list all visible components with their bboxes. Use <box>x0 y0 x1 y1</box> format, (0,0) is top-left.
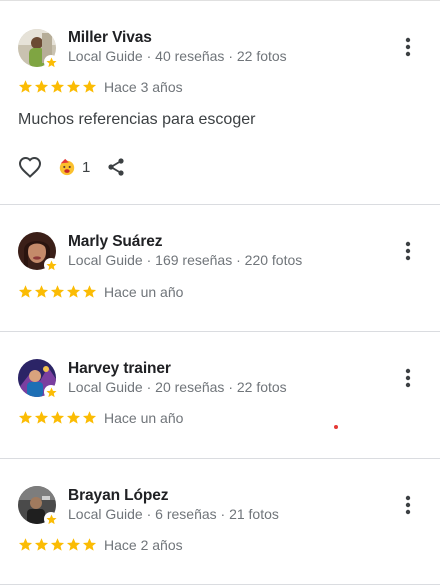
review-divider <box>0 331 440 332</box>
star-icon <box>50 80 65 93</box>
star-icon <box>66 285 81 298</box>
star-icon <box>34 285 49 298</box>
reaction-count: 1 <box>82 158 91 176</box>
avatar[interactable] <box>18 359 58 399</box>
reviewer-meta: Local Guide · 6 reseñas · 21 fotos <box>68 506 279 522</box>
more-options-icon[interactable] <box>398 365 418 391</box>
avatar[interactable] <box>18 486 58 526</box>
more-options-icon[interactable] <box>398 34 418 60</box>
local-guide-badge-icon <box>44 512 58 526</box>
star-icon <box>50 285 65 298</box>
reviewer-name[interactable]: Brayan López <box>68 487 169 505</box>
star-icon <box>18 285 33 298</box>
party-emoji-icon[interactable] <box>58 158 76 176</box>
local-guide-badge-icon <box>44 385 58 399</box>
reviewer-name[interactable]: Marly Suárez <box>68 233 163 251</box>
star-icon <box>34 538 49 551</box>
star-icon <box>18 538 33 551</box>
reviewer-meta: Local Guide · 20 reseñas · 22 fotos <box>68 379 287 395</box>
review-date: Hace 2 años <box>104 537 183 553</box>
star-icon <box>66 411 81 424</box>
review-divider <box>0 458 440 459</box>
star-icon <box>50 538 65 551</box>
reviewer-name[interactable]: Miller Vivas <box>68 29 152 47</box>
star-rating <box>18 79 97 94</box>
reviewer-meta: Local Guide · 40 reseñas · 22 fotos <box>68 48 287 64</box>
star-icon <box>18 411 33 424</box>
reviewer-meta: Local Guide · 169 reseñas · 220 fotos <box>68 252 303 268</box>
star-icon <box>82 285 97 298</box>
review-date: Hace un año <box>104 410 184 426</box>
star-rating <box>18 537 97 552</box>
avatar[interactable] <box>18 232 58 272</box>
review-divider <box>0 584 440 585</box>
share-icon[interactable] <box>106 157 126 177</box>
review-divider <box>0 204 440 205</box>
local-guide-badge-icon <box>44 258 58 272</box>
star-icon <box>66 538 81 551</box>
review-actions: 1 <box>18 156 126 178</box>
more-options-icon[interactable] <box>398 238 418 264</box>
review-date: Hace un año <box>104 284 184 300</box>
reviewer-name[interactable]: Harvey trainer <box>68 360 171 378</box>
star-icon <box>50 411 65 424</box>
review-text: Muchos referencias para escoger <box>18 111 256 128</box>
star-icon <box>82 80 97 93</box>
star-icon <box>18 80 33 93</box>
review-date: Hace 3 años <box>104 79 183 95</box>
star-icon <box>34 411 49 424</box>
star-icon <box>82 538 97 551</box>
star-rating <box>18 284 97 299</box>
more-options-icon[interactable] <box>398 492 418 518</box>
top-border <box>0 0 440 1</box>
star-icon <box>66 80 81 93</box>
local-guide-badge-icon <box>44 55 58 69</box>
star-icon <box>82 411 97 424</box>
avatar[interactable] <box>18 29 58 69</box>
star-rating <box>18 410 97 425</box>
like-heart-icon[interactable] <box>18 156 42 178</box>
indicator-dot <box>334 425 338 429</box>
star-icon <box>34 80 49 93</box>
